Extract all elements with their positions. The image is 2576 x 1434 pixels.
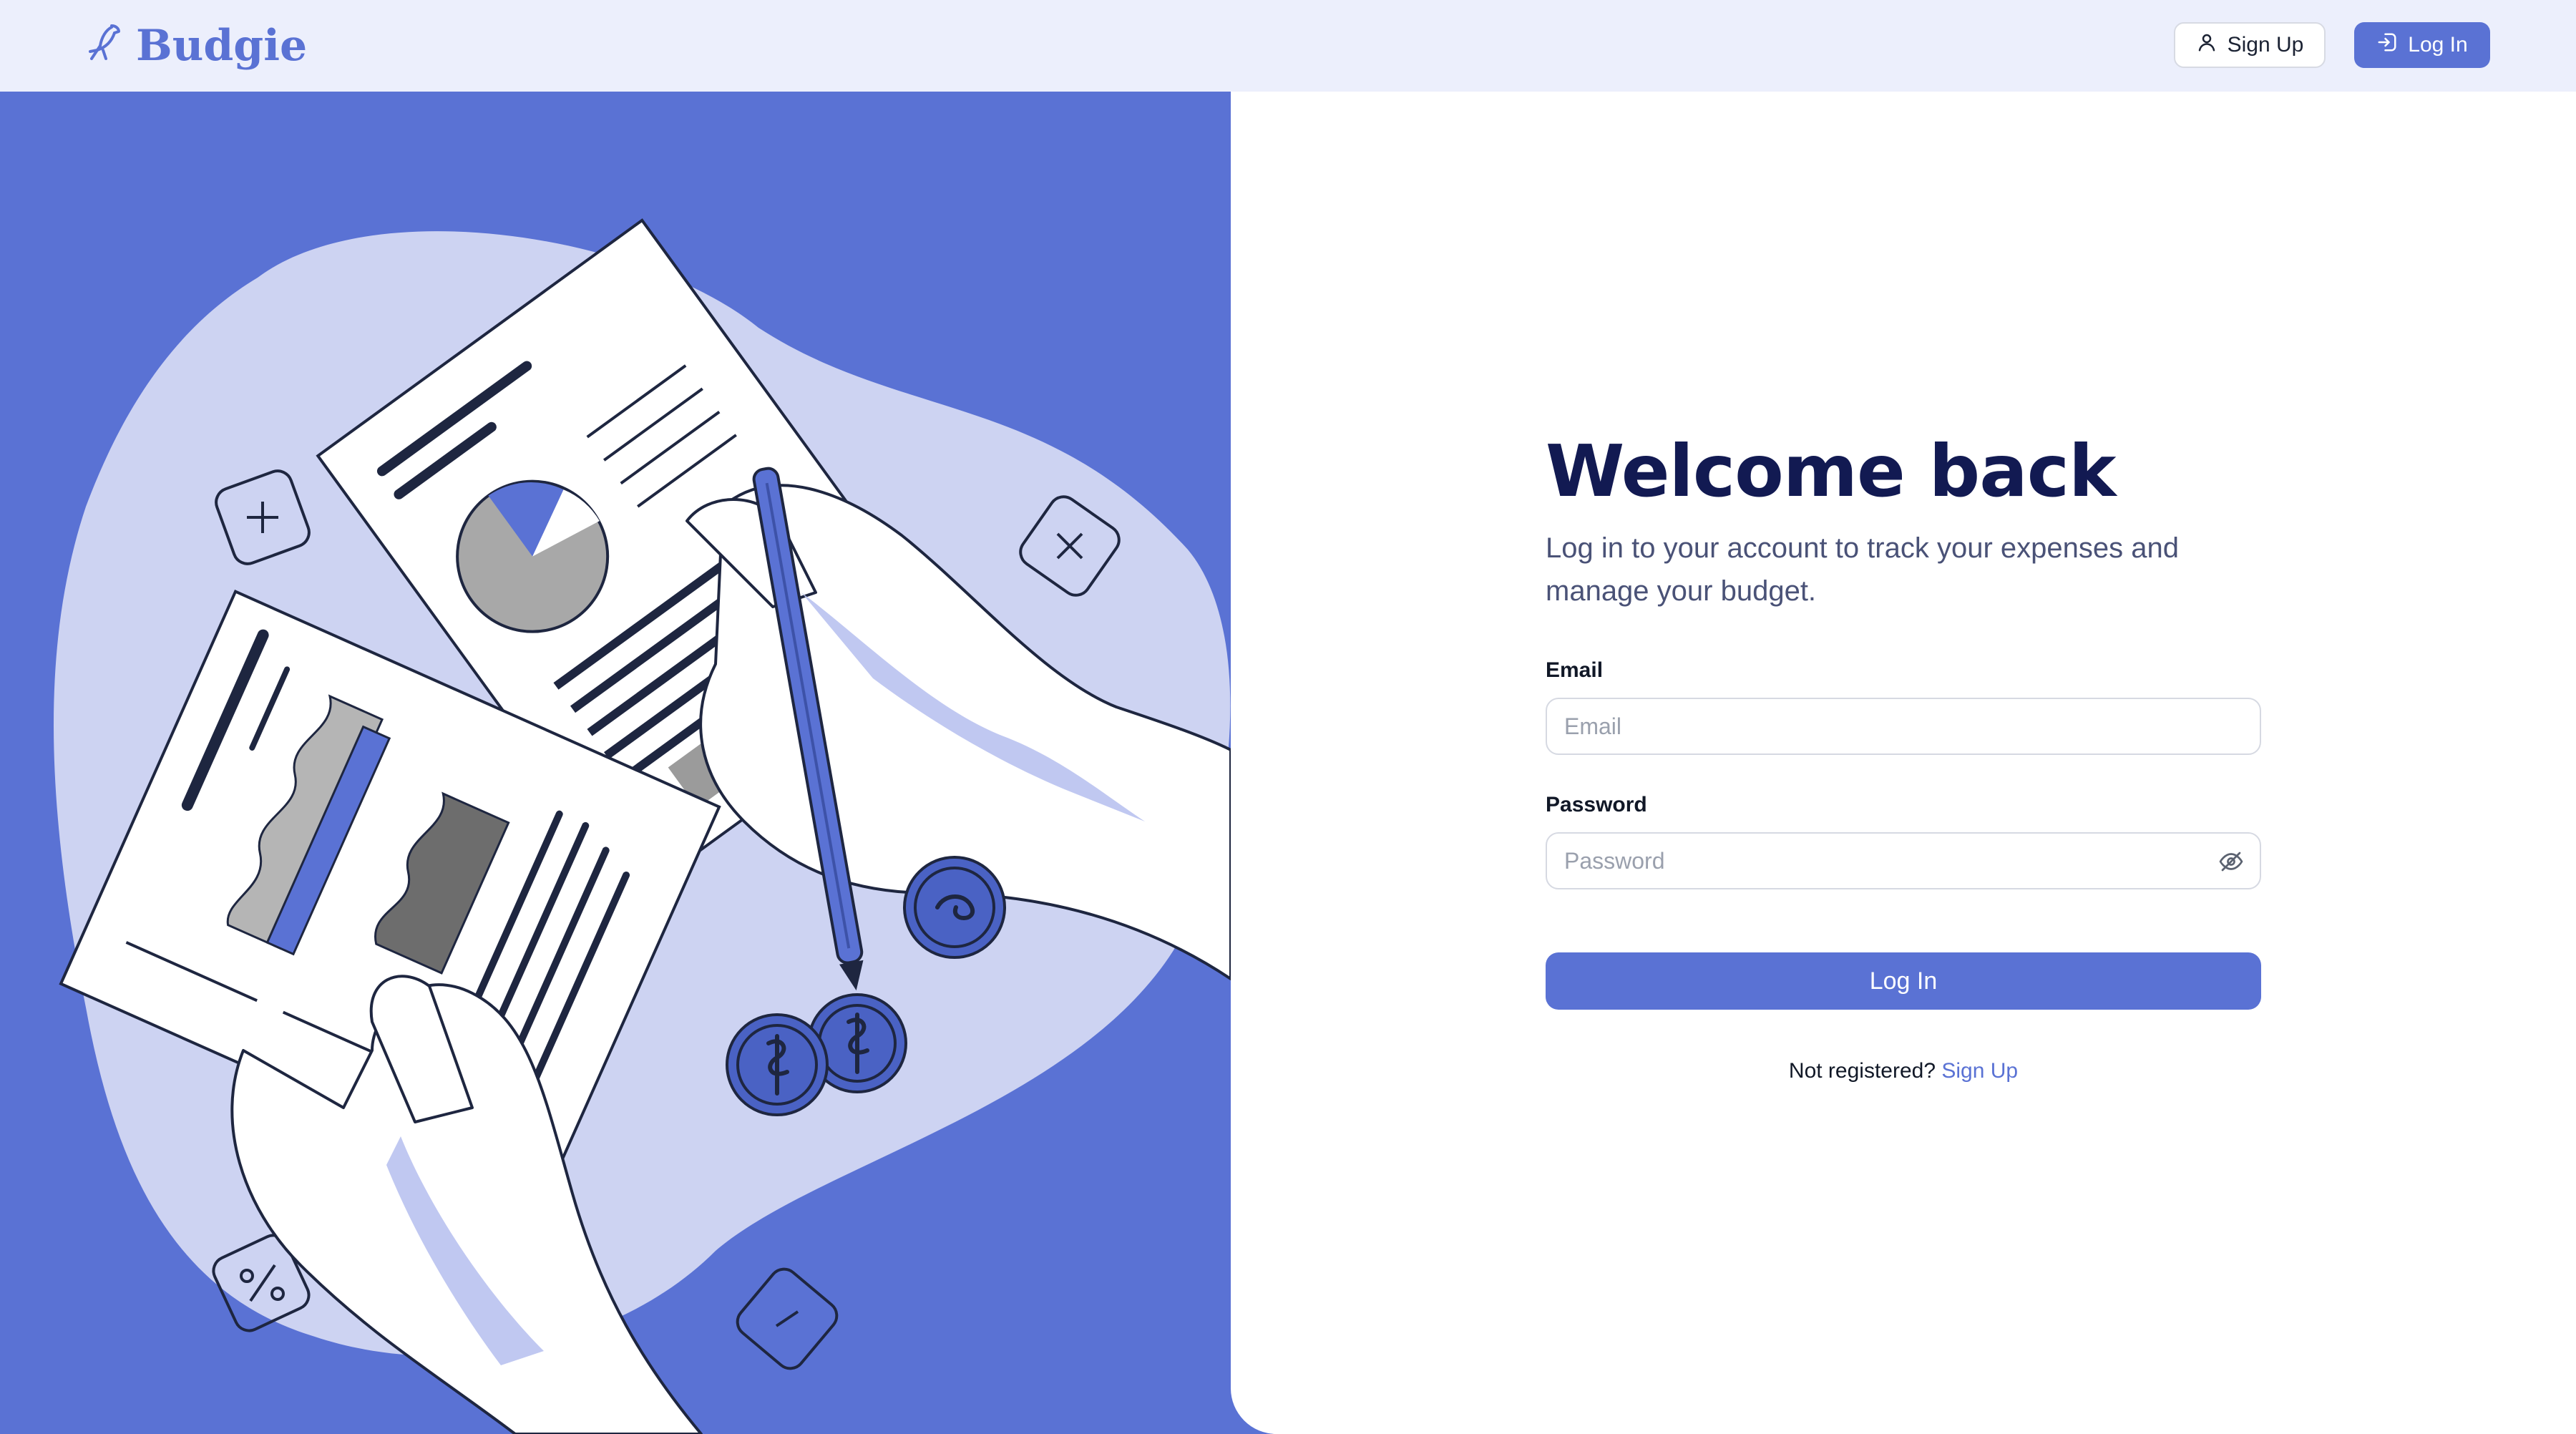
budgie-bird-icon — [86, 21, 126, 71]
email-field[interactable] — [1546, 698, 2261, 755]
nav-log-in-label: Log In — [2408, 33, 2468, 57]
login-icon — [2376, 31, 2398, 59]
panel-corner — [1231, 1388, 1277, 1434]
nav-sign-up-label: Sign Up — [2227, 33, 2304, 57]
sign-up-link[interactable]: Sign Up — [1941, 1059, 2018, 1083]
hero-illustration — [0, 92, 1231, 1434]
page-subtitle: Log in to your account to track your exp… — [1546, 532, 2179, 607]
page-title: Welcome back — [1546, 429, 2116, 513]
nav-log-in-button[interactable]: Log In — [2354, 22, 2490, 68]
brand-name: Budgie — [136, 21, 308, 71]
password-label: Password — [1546, 793, 1647, 816]
user-icon — [2196, 31, 2218, 59]
email-label: Email — [1546, 658, 1604, 682]
login-panel — [1231, 92, 2576, 1434]
signup-prompt: Not registered? Sign Up — [1546, 1059, 2261, 1083]
signup-prompt-text: Not registered? — [1788, 1059, 1936, 1083]
nav-sign-up-button[interactable]: Sign Up — [2174, 22, 2326, 68]
brand-logo[interactable]: Budgie — [86, 17, 307, 74]
log-in-submit-button[interactable]: Log In — [1546, 952, 2261, 1010]
eye-off-icon[interactable] — [2218, 849, 2244, 874]
top-nav-bar: Budgie Sign Up Log In — [0, 0, 2576, 92]
finance-documents-illustration — [54, 218, 1231, 1434]
password-field[interactable] — [1546, 832, 2261, 889]
